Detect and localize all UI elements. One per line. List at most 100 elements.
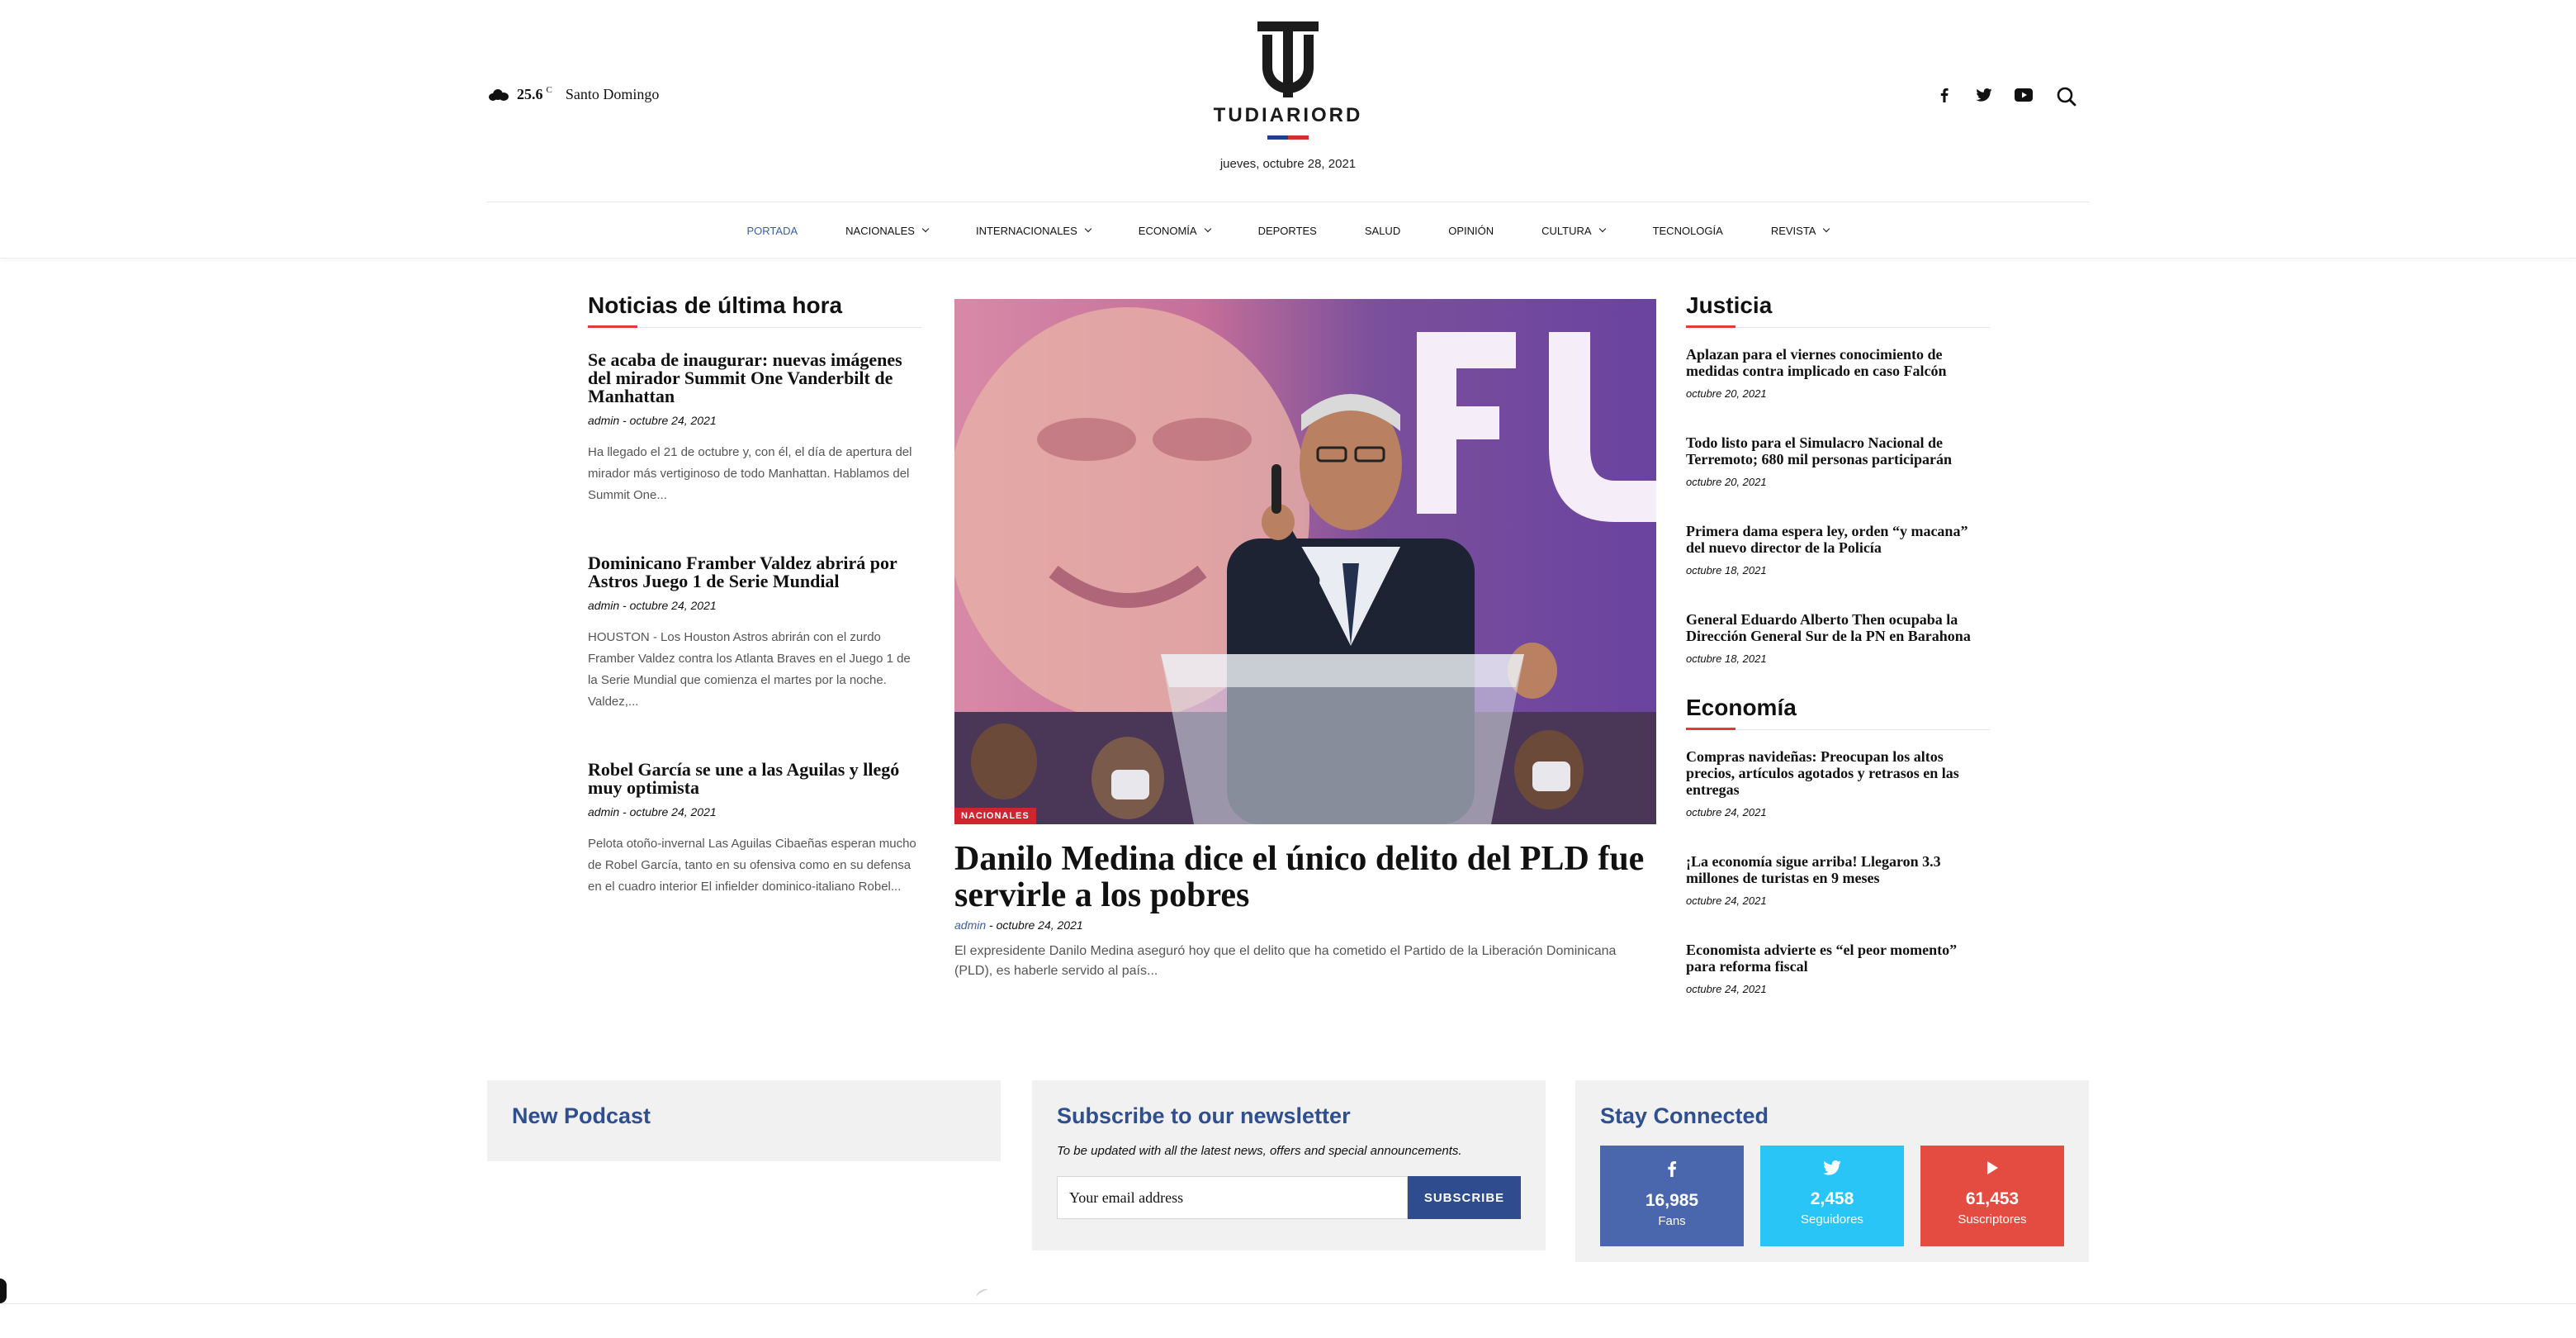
facebook-icon[interactable]: [1935, 86, 1953, 104]
main-nav: PORTADA NACIONALES INTERNACIONALES ECONOMÍA…: [0, 202, 2576, 259]
article-author[interactable]: admin: [588, 414, 619, 427]
social-count-label: Seguidores: [1801, 1212, 1863, 1226]
featured-headline[interactable]: Danilo Medina dice el único delito del P…: [954, 841, 1656, 913]
justicia-item: Primera dama espera ley, orden “y macana…: [1686, 523, 1990, 576]
featured-photo: [954, 299, 1656, 824]
breaking-news-item: Robel García se une a las Aguilas y lleg…: [588, 761, 921, 898]
economia-block: Economía Compras navideñas: Preocupan lo…: [1686, 695, 1990, 995]
weather-city: Santo Domingo: [565, 86, 660, 102]
social-count-label: Fans: [1658, 1214, 1686, 1228]
scroll-hint-mark: [975, 1287, 990, 1300]
main-nav-list: PORTADA NACIONALES INTERNACIONALES ECONOMÍA…: [0, 202, 2576, 259]
site-header: 25.6 C Santo Domingo TUDIARIORD jueves, …: [0, 0, 2576, 202]
nav-item-tecnología[interactable]: TECNOLOGÍA: [1653, 225, 1723, 237]
article-date: - octubre 24, 2021: [623, 599, 717, 612]
article-author[interactable]: admin: [588, 805, 619, 818]
right-sidebar: Justicia Aplazan para el viernes conocim…: [1686, 292, 1990, 995]
breaking-news-meta: admin - octubre 24, 2021: [588, 414, 921, 427]
social-count-label: Suscriptores: [1958, 1212, 2027, 1226]
economia-headline[interactable]: Compras navideñas: Preocupan los altos p…: [1686, 748, 1990, 798]
social-counter-youtube[interactable]: 61,453 Suscriptores: [1920, 1146, 2064, 1246]
justicia-headline[interactable]: Todo listo para el Simulacro Nacional de…: [1686, 434, 1990, 467]
justicia-list: Aplazan para el viernes conocimiento de …: [1686, 346, 1990, 665]
logo-mark-icon: [1257, 21, 1319, 97]
header-date: jueves, octubre 28, 2021: [1219, 157, 1357, 171]
breaking-news-excerpt: HOUSTON - Los Houston Astros abrirán con…: [588, 630, 911, 709]
email-input[interactable]: Your email address: [1057, 1176, 1409, 1219]
nav-item-label: REVISTA: [1770, 224, 1816, 237]
economia-headline[interactable]: ¡La economía sigue arriba! Llegaron 3.3 …: [1686, 853, 1990, 886]
economia-list: Compras navideñas: Preocupan los altos p…: [1686, 748, 1990, 995]
breaking-news-excerpt: Pelota otoño-invernal Las Aguilas Cibaeñ…: [588, 837, 916, 894]
stay-connected-widget: Stay Connected 16,985 Fans 2,458 Seguidores…: [1575, 1080, 2089, 1262]
justicia-headline[interactable]: Aplazan para el viernes conocimiento de …: [1686, 346, 1990, 379]
breaking-news-headline[interactable]: Robel García se une a las Aguilas y lleg…: [588, 761, 921, 797]
nav-item-salud[interactable]: SALUD: [1365, 225, 1400, 237]
header-social-links: [1935, 86, 2033, 104]
breaking-news-excerpt: Ha llegado el 21 de octubre y, con él, e…: [588, 445, 912, 502]
nav-item-economía[interactable]: ECONOMÍA: [1138, 224, 1211, 237]
breaking-news-column: Noticias de última hora Se acaba de inau…: [588, 292, 921, 898]
breaking-news-list: Se acaba de inaugurar: nuevas imágenes d…: [588, 351, 921, 898]
social-counter-facebook[interactable]: 16,985 Fans: [1600, 1146, 1744, 1246]
search-icon[interactable]: [2056, 86, 2077, 107]
logo-wordmark: TUDIARIORD: [1213, 104, 1363, 126]
site-logo[interactable]: TUDIARIORD: [1210, 21, 1366, 140]
economia-item: Compras navideñas: Preocupan los altos p…: [1686, 748, 1990, 818]
nav-item-label: ECONOMÍA: [1138, 224, 1197, 237]
justicia-headline[interactable]: General Eduardo Alberto Then ocupaba la …: [1686, 611, 1990, 644]
twitter-icon[interactable]: [1975, 86, 1993, 104]
nav-item-deportes[interactable]: DEPORTES: [1258, 225, 1317, 237]
youtube-icon[interactable]: [2015, 86, 2033, 104]
featured-image[interactable]: NACIONALES: [954, 299, 1656, 824]
nav-item-nacionales[interactable]: NACIONALES: [845, 224, 930, 237]
article-date: - octubre 24, 2021: [623, 805, 717, 818]
newsletter-widget: Subscribe to our newsletter To be update…: [1032, 1080, 1546, 1250]
twitter-icon: [1823, 1160, 1841, 1179]
breaking-news-item: Dominicano Framber Valdez abrirá por Ast…: [588, 554, 921, 713]
weather-temp: 25.6: [517, 86, 543, 102]
economia-item: Economista advierte es “el peor momento”…: [1686, 942, 1990, 995]
nav-item-label: TECNOLOGÍA: [1652, 224, 1723, 237]
economia-date: octubre 24, 2021: [1686, 983, 1767, 995]
economia-item: ¡La economía sigue arriba! Llegaron 3.3 …: [1686, 853, 1990, 907]
nav-item-label: SALUD: [1364, 224, 1401, 237]
social-counters: 16,985 Fans 2,458 Seguidores 61,453 Suscripto…: [1600, 1146, 2064, 1246]
breaking-news-headline[interactable]: Se acaba de inaugurar: nuevas imágenes d…: [588, 351, 921, 406]
justicia-date: octubre 18, 2021: [1686, 564, 1767, 576]
chevron-down-icon: [1084, 225, 1092, 233]
breaking-news-meta: admin - octubre 24, 2021: [588, 805, 921, 818]
youtube-icon: [1986, 1160, 1999, 1179]
article-author[interactable]: admin: [588, 599, 619, 612]
featured-meta: admin - octubre 24, 2021: [954, 918, 1656, 932]
nav-item-cultura[interactable]: CULTURA: [1541, 224, 1606, 237]
chevron-down-icon: [1204, 225, 1211, 233]
nav-item-portada[interactable]: PORTADA: [747, 225, 798, 237]
economia-date: octubre 24, 2021: [1686, 806, 1767, 818]
justicia-item: General Eduardo Alberto Then ocupaba la …: [1686, 611, 1990, 665]
nav-item-label: NACIONALES: [845, 224, 915, 237]
nav-item-revista[interactable]: REVISTA: [1771, 225, 1830, 237]
justicia-item: Aplazan para el viernes conocimiento de …: [1686, 346, 1990, 400]
economia-date: octubre 24, 2021: [1686, 894, 1767, 907]
nav-item-opinión[interactable]: OPINIÓN: [1448, 225, 1494, 237]
podcast-widget: New Podcast: [487, 1080, 1001, 1161]
economia-headline[interactable]: Economista advierte es “el peor momento”…: [1686, 942, 1990, 975]
nav-item-internacionales[interactable]: INTERNACIONALES: [976, 225, 1092, 237]
featured-author[interactable]: admin: [954, 918, 986, 932]
nav-item-label: OPINIÓN: [1448, 224, 1494, 237]
social-count: 16,985: [1645, 1191, 1699, 1210]
subscribe-button[interactable]: SUBSCRIBE: [1408, 1176, 1521, 1219]
social-count: 61,453: [1965, 1189, 2020, 1208]
cloud-icon: [489, 88, 509, 101]
justicia-headline[interactable]: Primera dama espera ley, orden “y macana…: [1686, 523, 1990, 556]
category-badge[interactable]: NACIONALES: [954, 808, 1036, 824]
nav-item-label: CULTURA: [1541, 224, 1592, 237]
edge-handle: [0, 1279, 7, 1303]
social-counter-twitter[interactable]: 2,458 Seguidores: [1760, 1146, 1904, 1246]
featured-excerpt: El expresidente Danilo Medina aseguró ho…: [954, 944, 1617, 978]
breaking-news-headline[interactable]: Dominicano Framber Valdez abrirá por Ast…: [588, 554, 921, 591]
newsletter-subtitle: To be updated with all the latest news, …: [1057, 1144, 1462, 1158]
justicia-date: octubre 20, 2021: [1686, 476, 1767, 488]
chevron-down-icon: [1598, 225, 1606, 233]
